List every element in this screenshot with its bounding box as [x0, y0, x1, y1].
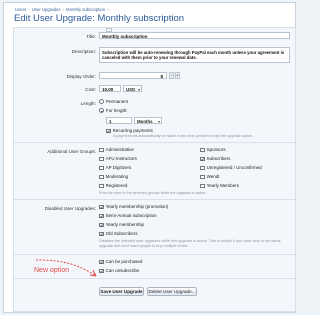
group-option[interactable]: Moderating: [99, 174, 129, 180]
save-button[interactable]: Save User Upgrade: [99, 287, 144, 296]
length-for-option[interactable]: For length:: [99, 108, 128, 114]
group-option[interactable]: Administrative: [99, 147, 134, 153]
group-label: AFU Instructors: [105, 156, 137, 161]
recurring-hint: A payment will automatically be taken ev…: [113, 134, 254, 138]
title-label: Title:: [86, 34, 96, 39]
checkbox-icon[interactable]: [99, 147, 104, 153]
checkbox-checked-icon[interactable]: ✔: [106, 128, 111, 134]
description-textarea[interactable]: Subscription will be auto-renewing throu…: [99, 47, 290, 63]
checkbox-icon[interactable]: [200, 165, 205, 171]
group-option[interactable]: Wendt: [200, 174, 220, 180]
length-unit-value: Months: [137, 119, 153, 124]
title-input[interactable]: Monthly subscription: [99, 32, 290, 39]
group-label: Yearly Members: [206, 183, 239, 188]
chevron-down-icon: ▾: [157, 118, 160, 124]
length-for-label: For length:: [106, 108, 128, 113]
length-label: Length:: [80, 101, 96, 106]
currency-select[interactable]: USD ▾: [123, 85, 142, 92]
group-option[interactable]: Sponsors: [200, 147, 226, 153]
group-label: AP Digitizers: [105, 165, 132, 170]
section-divider: [14, 142, 297, 143]
disabled-label: Disabled User Upgrades:: [44, 206, 96, 211]
cost-input[interactable]: 10.00: [99, 85, 121, 92]
page-title-prefix: Edit User Upgrade:: [14, 13, 95, 24]
checkbox-icon[interactable]: [99, 156, 104, 162]
description-label: Description:: [71, 49, 96, 54]
checkbox-icon[interactable]: [99, 183, 104, 189]
display-order-input[interactable]: 8: [99, 72, 167, 79]
page-title-name: Monthly subscription: [97, 13, 185, 24]
display-order-decrement[interactable]: -: [169, 72, 174, 79]
disabled-option-label: Old Subscribers: [105, 231, 138, 236]
length-amount-input[interactable]: 1: [106, 117, 132, 124]
disabled-option[interactable]: ✔ Old Subscribers: [99, 231, 138, 237]
group-option[interactable]: ✔ Subscribers: [200, 156, 231, 162]
page-title: Edit User Upgrade: Monthly subscription: [14, 13, 184, 24]
can-purchase-label: Can be purchased: [105, 259, 143, 264]
groups-hint: Puts the user in the selected groups whi…: [99, 191, 207, 195]
checkbox-icon[interactable]: [99, 174, 104, 180]
checkbox-checked-icon[interactable]: ✔: [99, 231, 104, 237]
checkbox-icon[interactable]: [200, 174, 205, 180]
disabled-option[interactable]: ✔ Yearly membership: [99, 222, 144, 228]
breadcrumb-user-upgrades[interactable]: User Upgrades: [32, 7, 61, 12]
breadcrumb-separator: ›: [107, 7, 109, 12]
breadcrumb-current[interactable]: Monthly subscription: [66, 7, 105, 12]
recurring-label: Recurring payments: [112, 128, 153, 133]
checkbox-checked-icon[interactable]: ✔: [99, 204, 104, 210]
group-label: Wendt: [206, 174, 220, 179]
group-option[interactable]: Unregistered / Unconfirmed: [200, 165, 262, 171]
checkbox-icon[interactable]: [99, 165, 104, 171]
section-divider: [14, 254, 297, 255]
checkbox-icon[interactable]: [200, 183, 205, 189]
checkbox-checked-icon[interactable]: ✔: [99, 213, 104, 219]
disabled-hint: Disables the selected user upgrades whil…: [99, 239, 281, 248]
recurring-option[interactable]: ✔ Recurring payments: [106, 128, 153, 134]
delete-button[interactable]: Delete User Upgrade...: [147, 287, 197, 296]
display-order-increment[interactable]: +: [175, 72, 180, 79]
length-unit-select[interactable]: Months ▾: [134, 117, 162, 124]
groups-label: Additional User Groups:: [47, 149, 96, 154]
checkbox-checked-icon[interactable]: ✔: [200, 156, 205, 162]
can-unsubscribe-option[interactable]: ✔ Can unsubscribe: [99, 268, 140, 274]
breadcrumb: Users › User Upgrades › Monthly subscription…: [15, 7, 111, 12]
disabled-option-label: Semi-Annual subscription: [105, 213, 157, 218]
group-option[interactable]: Registered: [99, 183, 128, 189]
checkbox-icon[interactable]: [200, 147, 205, 153]
can-unsubscribe-label: Can unsubscribe: [105, 268, 140, 273]
checkbox-checked-icon[interactable]: ✔: [99, 222, 104, 228]
group-label: Unregistered / Unconfirmed: [206, 165, 262, 170]
group-label: Administrative: [105, 147, 134, 152]
radio-icon[interactable]: [99, 99, 104, 105]
group-option[interactable]: AFU Instructors: [99, 156, 137, 162]
length-permanent-label: Permanent: [106, 99, 129, 104]
section-divider: [14, 199, 297, 200]
annotation-arrow-icon: [35, 259, 97, 277]
disabled-option[interactable]: ✔ Yearly membership (promotion): [99, 204, 169, 210]
breadcrumb-users[interactable]: Users: [15, 7, 26, 12]
page-frame: Users › User Upgrades › Monthly subscription…: [3, 2, 297, 313]
group-label: Moderating: [105, 174, 129, 179]
group-label: Subscribers: [206, 156, 231, 161]
display-order-label: Display Order:: [66, 74, 96, 79]
length-spacer: [106, 28, 112, 32]
disabled-option-label: Yearly membership (promotion): [105, 204, 169, 209]
group-option[interactable]: Yearly Members: [200, 183, 239, 189]
breadcrumb-separator: ›: [28, 7, 30, 12]
disabled-option-label: Yearly membership: [105, 222, 144, 227]
can-purchase-option[interactable]: ✔ Can be purchased: [99, 259, 143, 265]
cost-label: Cost:: [85, 87, 96, 92]
breadcrumb-separator: ›: [62, 7, 65, 12]
disabled-option[interactable]: ✔ Semi-Annual subscription: [99, 213, 157, 219]
group-label: Sponsors: [206, 147, 226, 152]
length-permanent-option[interactable]: Permanent: [99, 99, 129, 105]
currency-value: USD: [126, 87, 136, 92]
group-label: Registered: [105, 183, 128, 188]
chevron-down-icon: ▾: [137, 86, 140, 92]
group-option[interactable]: AP Digitizers: [99, 165, 132, 171]
radio-selected-icon[interactable]: [99, 108, 104, 114]
